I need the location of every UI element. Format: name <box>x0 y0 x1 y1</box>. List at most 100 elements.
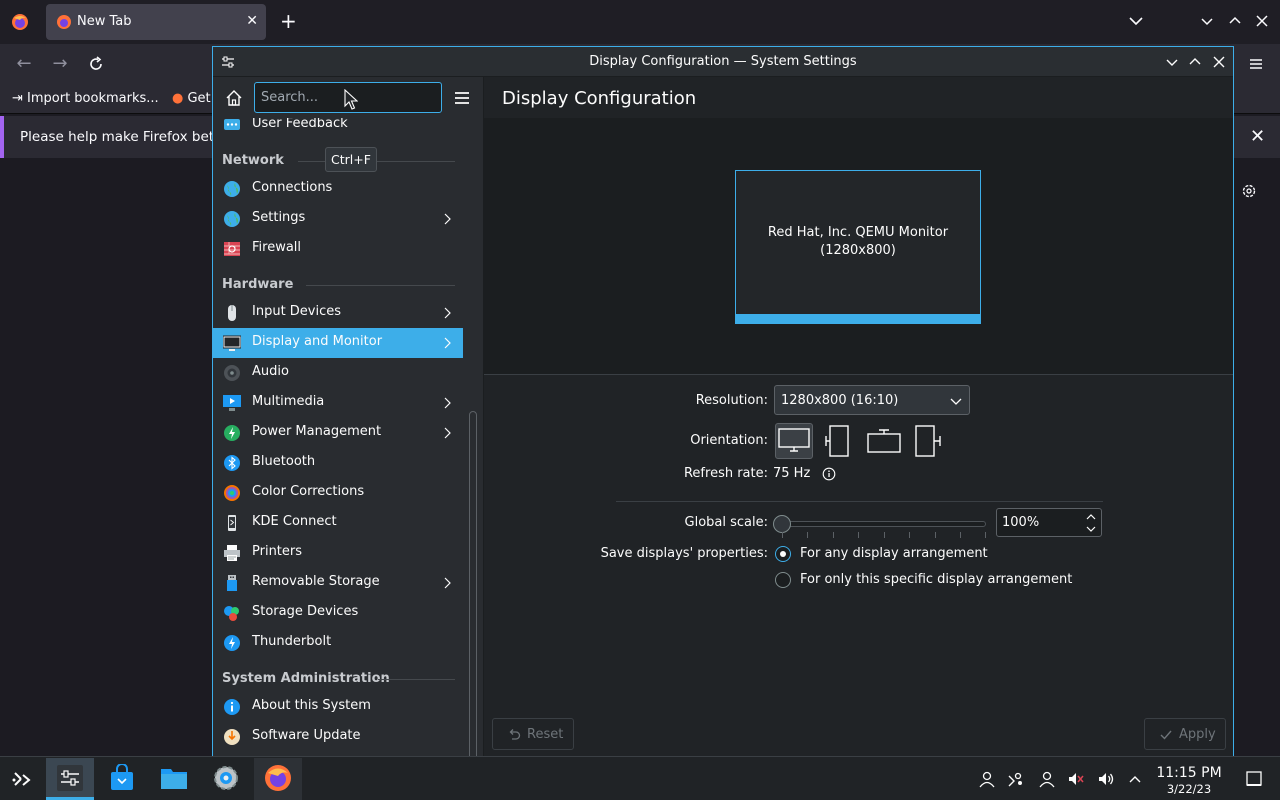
scale-value: 100% <box>1002 515 1040 530</box>
minimize-icon[interactable] <box>1163 53 1181 71</box>
reset-button[interactable]: Reset <box>492 718 574 750</box>
orientation-flipped-button[interactable] <box>865 423 903 459</box>
clock-date[interactable]: 3/22/23 <box>1150 782 1228 796</box>
sidebar-item-label: Printers <box>252 544 303 559</box>
taskbar-discover[interactable] <box>98 758 146 800</box>
new-tab-button[interactable]: + <box>280 10 297 32</box>
sidebar-item-about-this-system[interactable]: About this System <box>213 692 463 722</box>
taskbar-settings-gear[interactable] <box>202 758 250 800</box>
orientation-landscape-button[interactable] <box>775 423 813 459</box>
sidebar-item-label: Thunderbolt <box>252 634 332 649</box>
chevron-down-icon[interactable] <box>1085 524 1097 534</box>
sidebar-item-settings[interactable]: Settings <box>213 204 463 234</box>
refresh-rate-value: 75 Hz <box>773 466 811 481</box>
clock-time[interactable]: 11:15 PM <box>1150 765 1228 781</box>
window-titlebar[interactable]: Display Configuration — System Settings <box>213 47 1233 77</box>
firefox-logo-icon[interactable] <box>10 12 30 32</box>
notification-text: Please help make Firefox bette <box>20 129 228 145</box>
reload-icon[interactable] <box>86 54 106 74</box>
list-tabs-icon[interactable] <box>1126 11 1146 31</box>
close-window-icon[interactable] <box>1252 11 1272 31</box>
import-bookmarks-link[interactable]: ⇥ Import bookmarks... <box>12 91 159 106</box>
sidebar-item-kde-connect[interactable]: KDE Connect <box>213 508 463 538</box>
info-icon[interactable] <box>822 467 836 481</box>
sidebar-item-power-management[interactable]: Power Management <box>213 418 463 448</box>
scale-spinbox[interactable]: 100% <box>996 508 1102 537</box>
volume-muted-icon[interactable] <box>1067 770 1085 788</box>
sidebar-item-thunderbolt[interactable]: Thunderbolt <box>213 628 463 658</box>
global-scale-slider[interactable] <box>782 521 986 527</box>
slider-tick <box>960 532 961 538</box>
import-bookmarks-label: Import bookmarks... <box>27 91 159 106</box>
resolution-dropdown[interactable]: 1280x800 (16:10) <box>774 385 970 415</box>
speaker-volume-icon[interactable] <box>1097 770 1115 788</box>
radio-specific-arrangement-label[interactable]: For only this specific display arrangeme… <box>800 572 1072 587</box>
category-divider <box>306 285 455 286</box>
sidebar-item-display-and-monitor[interactable]: Display and Monitor <box>213 328 463 358</box>
sidebar-item-label: Color Corrections <box>252 484 365 499</box>
taskbar-file-manager[interactable] <box>150 758 198 800</box>
section-divider <box>616 501 1103 502</box>
taskbar-firefox[interactable] <box>254 758 302 800</box>
orientation-portrait-left-button[interactable] <box>820 423 858 459</box>
kde-connect-icon[interactable] <box>1006 770 1024 788</box>
sidebar: User Feedback Network Connections Settin… <box>213 77 484 771</box>
sidebar-item-input-devices[interactable]: Input Devices <box>213 298 463 328</box>
sidebar-item-label: About this System <box>252 698 371 713</box>
close-tab-icon[interactable]: ✕ <box>246 13 258 29</box>
sidebar-item-removable-storage[interactable]: Removable Storage <box>213 568 463 598</box>
home-icon[interactable] <box>225 89 243 107</box>
maximize-icon[interactable] <box>1225 11 1245 31</box>
display-preview-area: Red Hat, Inc. QEMU Monitor (1280x800) <box>484 119 1233 375</box>
gear-icon[interactable] <box>1240 182 1258 200</box>
resolution-value: 1280x800 (16:10) <box>781 393 899 408</box>
sidebar-item-user-feedback[interactable]: User Feedback <box>213 118 463 140</box>
slider-tick <box>833 532 834 538</box>
slider-tick <box>782 532 783 538</box>
slider-tick <box>807 532 808 538</box>
sidebar-item-firewall[interactable]: Firewall <box>213 234 463 264</box>
sidebar-item-color-corrections[interactable]: Color Corrections <box>213 478 463 508</box>
page-title: Display Configuration <box>502 88 697 109</box>
sidebar-item-bluetooth[interactable]: Bluetooth <box>213 448 463 478</box>
show-desktop-icon[interactable] <box>1245 770 1263 788</box>
app-menu-icon[interactable] <box>1246 54 1266 74</box>
user-icon[interactable] <box>978 770 996 788</box>
settings-gear-icon <box>214 766 238 790</box>
back-icon[interactable]: ← <box>14 54 34 74</box>
radio-any-arrangement[interactable] <box>775 546 791 562</box>
radio-any-arrangement-label[interactable]: For any display arrangement <box>800 546 988 561</box>
sidebar-item-multimedia[interactable]: Multimedia <box>213 388 463 418</box>
app-launcher-icon[interactable] <box>11 769 33 791</box>
save-properties-label: Save displays' properties: <box>600 546 768 561</box>
sidebar-item-printers[interactable]: Printers <box>213 538 463 568</box>
globe-icon <box>224 211 240 227</box>
forward-icon[interactable]: → <box>50 54 70 74</box>
chevron-up-icon[interactable] <box>1126 770 1144 788</box>
sidebar-item-storage-devices[interactable]: Storage Devices <box>213 598 463 628</box>
sidebar-item-software-update[interactable]: Software Update <box>213 722 463 752</box>
taskbar-system-settings[interactable] <box>46 758 94 800</box>
network-icon[interactable] <box>1038 770 1056 788</box>
sidebar-item-audio[interactable]: Audio <box>213 358 463 388</box>
close-notification-icon[interactable]: ✕ <box>1250 126 1265 147</box>
hamburger-menu-icon[interactable] <box>453 89 471 107</box>
chevron-right-icon <box>444 307 451 319</box>
radio-specific-arrangement[interactable] <box>775 572 791 588</box>
sidebar-scrollbar[interactable] <box>469 411 477 771</box>
sidebar-item-connections[interactable]: Connections <box>213 174 463 204</box>
monitor-preview[interactable]: Red Hat, Inc. QEMU Monitor (1280x800) <box>735 170 981 324</box>
apply-button[interactable]: Apply <box>1144 718 1226 750</box>
slider-handle[interactable] <box>773 515 791 533</box>
bluetooth-icon <box>224 455 240 471</box>
main-content: Display Configuration Red Hat, Inc. QEMU… <box>484 77 1233 756</box>
tab-new-tab[interactable]: New Tab ✕ <box>46 4 266 40</box>
printer-icon <box>224 545 240 561</box>
chevron-up-icon[interactable] <box>1085 512 1097 522</box>
get-started-link[interactable]: ● Get <box>172 91 211 106</box>
orientation-portrait-right-button[interactable] <box>910 423 948 459</box>
close-icon[interactable] <box>1210 53 1228 71</box>
sidebar-item-label: KDE Connect <box>252 514 337 529</box>
maximize-icon[interactable] <box>1186 53 1204 71</box>
minimize-icon[interactable] <box>1197 11 1217 31</box>
